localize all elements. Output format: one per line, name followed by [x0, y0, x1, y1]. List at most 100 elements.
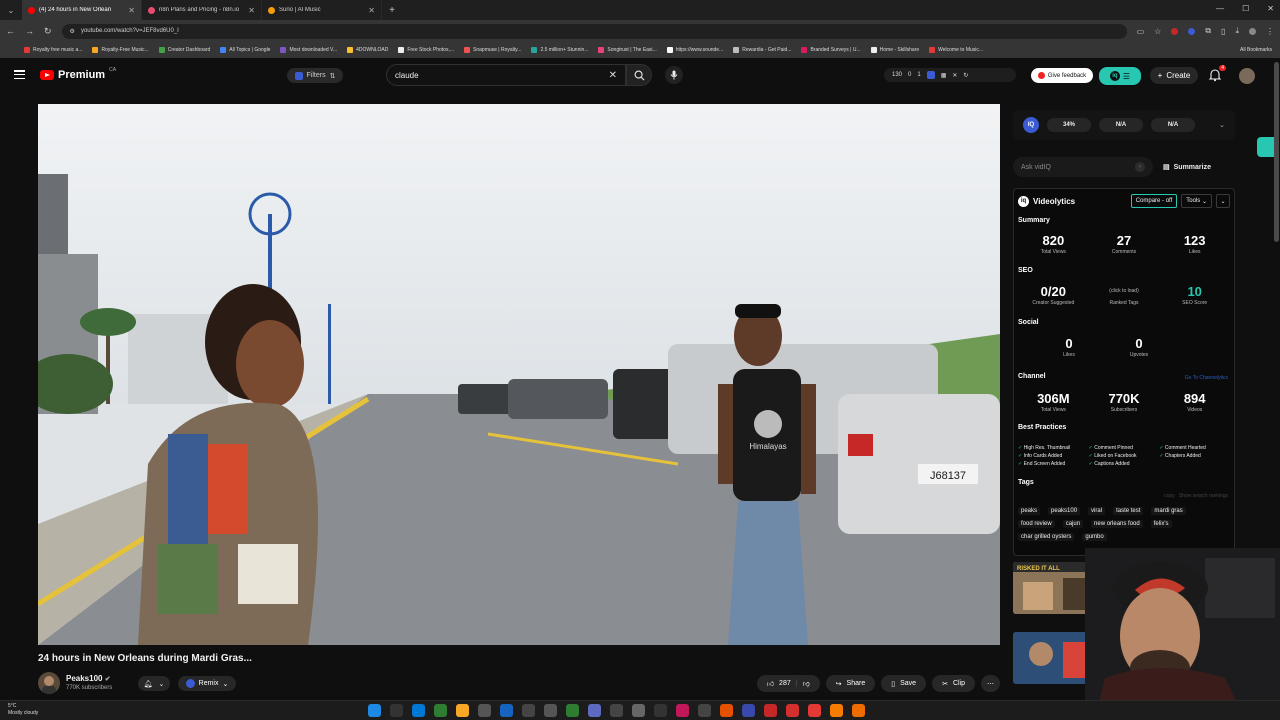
chevron-down-icon[interactable]: ⌄ [1219, 121, 1225, 129]
bookmark-item[interactable]: Royalty-Free Music... [92, 47, 149, 53]
tag-chip[interactable]: char grilled oysters [1018, 533, 1075, 541]
collapse-button[interactable]: ⌄ [1216, 194, 1230, 208]
filters-button[interactable]: Filters ⇅ [287, 68, 343, 83]
app-icon[interactable] [610, 704, 623, 717]
tag-chip[interactable]: mardi gras [1151, 507, 1186, 515]
app-icon[interactable] [676, 704, 689, 717]
page-scrollbar[interactable] [1274, 62, 1279, 242]
vidiq-side-tab[interactable] [1257, 137, 1275, 157]
search-input[interactable]: claude ✕ [386, 64, 626, 86]
save-button[interactable]: ▯ Save [881, 675, 927, 692]
clip-button[interactable]: ✂ Clip [932, 675, 975, 692]
youtube-logo[interactable]: Premium CA [40, 67, 116, 81]
search-button[interactable] [626, 64, 652, 86]
app-icon[interactable] [544, 704, 557, 717]
bookmark-item[interactable]: Welcome to Music... [929, 47, 983, 53]
extension-red-icon[interactable] [1171, 27, 1179, 35]
ranked-tags-loader[interactable]: (click to load) Ranked Tags [1089, 284, 1160, 306]
maximize-icon[interactable]: ☐ [1242, 4, 1249, 13]
app-icon[interactable] [632, 704, 645, 717]
close-icon[interactable]: ✕ [368, 6, 375, 15]
give-feedback-button[interactable]: Give feedback [1031, 68, 1093, 83]
sidebar-icon[interactable]: ▯ [1221, 27, 1225, 36]
extension-blue-icon[interactable] [1188, 27, 1196, 35]
app-icon[interactable] [654, 704, 667, 717]
score-pill[interactable]: N/A [1099, 118, 1143, 132]
notifications-button[interactable]: 4 [1208, 65, 1226, 84]
score-pill[interactable]: N/A [1151, 118, 1195, 132]
search-icon[interactable] [390, 704, 403, 717]
grid-icon[interactable]: ▦ [941, 72, 947, 79]
browser-tab-n8n[interactable]: n8n Plans and Pricing - n8n.io ✕ [142, 0, 262, 20]
tag-chip[interactable]: peaks100 [1048, 507, 1081, 515]
clear-search-icon[interactable]: ✕ [609, 70, 617, 81]
reload-icon[interactable]: ↻ [44, 26, 52, 37]
close-icon[interactable]: ✕ [128, 6, 135, 15]
youtube-icon[interactable] [786, 704, 799, 717]
bookmark-item[interactable]: Branded Surveys | U... [801, 47, 861, 53]
summarize-button[interactable]: ▤ Summarize [1163, 163, 1211, 172]
tag-chip[interactable]: new orleans food [1091, 520, 1143, 528]
app-icon[interactable] [742, 704, 755, 717]
refresh-icon[interactable]: ↻ [963, 72, 968, 79]
url-bar[interactable]: ⚙ youtube.com/watch?v=JEF8vd6U0_I [61, 23, 1127, 39]
show-rankings-link[interactable]: Show search rankings [1179, 493, 1228, 499]
browser-tab-suno[interactable]: Suno | AI Music ✕ [262, 0, 382, 20]
share-button[interactable]: ↪ Share [825, 675, 876, 692]
more-actions-button[interactable]: ⋯ [981, 675, 1000, 692]
app-icon[interactable] [698, 704, 711, 717]
channel-name[interactable]: Peaks100 ✔ [66, 674, 111, 683]
like-dislike-button[interactable]: 👍︎ 287 | 👎︎ [756, 675, 820, 692]
tag-chip[interactable]: gumbo [1082, 533, 1107, 541]
back-arrow-icon[interactable]: ← [6, 26, 15, 36]
vidiq-menu-button[interactable]: iq ☰ [1099, 67, 1141, 85]
bookmark-item[interactable]: 2.5 million+ Stunnin... [531, 47, 588, 53]
copy-tags-link[interactable]: copy [1164, 493, 1175, 499]
edge-icon[interactable] [412, 704, 425, 717]
new-tab-button[interactable]: + [382, 5, 402, 16]
excel-icon[interactable] [566, 704, 579, 717]
all-bookmarks-link[interactable]: All Bookmarks [1240, 47, 1272, 53]
voice-search-button[interactable] [665, 66, 683, 84]
app-icon[interactable] [500, 704, 513, 717]
tools-dropdown[interactable]: Tools ⌄ [1181, 194, 1212, 208]
score-pill[interactable]: 34% [1047, 118, 1091, 132]
vidiq-icon[interactable] [926, 71, 935, 79]
bookmark-item[interactable]: 4DOWNLOAD [347, 47, 388, 53]
tab-search-icon[interactable]: ⌄ [0, 6, 22, 15]
downloads-icon[interactable]: ⤓ [1235, 26, 1239, 36]
cast-icon[interactable]: ▭ [1137, 27, 1145, 36]
tag-chip[interactable]: cajun [1062, 520, 1084, 528]
bookmark-item[interactable]: Royalty free music a... [24, 47, 82, 53]
thumbs-up-icon[interactable]: 👍︎ [767, 679, 774, 688]
tag-chip[interactable]: viral [1088, 507, 1106, 515]
send-icon[interactable]: › [1135, 162, 1145, 172]
chrome-icon[interactable] [434, 704, 447, 717]
app-icon[interactable] [764, 704, 777, 717]
bookmark-item[interactable]: Creator Dashboard [158, 47, 210, 53]
app-icon[interactable] [830, 704, 843, 717]
extensions-puzzle-icon[interactable]: ⧉ [1205, 26, 1211, 36]
subscription-bell-button[interactable]: 🔔︎ ⌄ [138, 676, 170, 691]
bookmark-item[interactable]: Songtrust | The Easi... [598, 47, 657, 53]
start-icon[interactable] [368, 704, 381, 717]
menu-kebab-icon[interactable]: ⋮ [1266, 27, 1274, 36]
bookmark-item[interactable]: All Topics | Google [220, 47, 270, 53]
account-avatar[interactable] [1239, 68, 1255, 84]
compare-toggle[interactable]: Compare - off [1130, 194, 1178, 208]
settings-icon[interactable]: ✕ [952, 72, 957, 79]
tag-chip[interactable]: peaks [1018, 507, 1041, 515]
create-button[interactable]: + Create [1150, 67, 1198, 84]
vidiq-logo-icon[interactable]: IQ [1023, 117, 1039, 133]
minimize-icon[interactable]: — [1216, 4, 1224, 13]
bookmark-item[interactable]: Snapmuse | Royalty... [464, 47, 521, 53]
bookmark-item[interactable]: Most downloaded V... [280, 47, 337, 53]
channelytics-link[interactable]: Go To Channelytics [1185, 375, 1228, 381]
app-icon[interactable] [720, 704, 733, 717]
bookmark-star-icon[interactable]: ☆ [1154, 27, 1161, 36]
store-icon[interactable] [478, 704, 491, 717]
vidiq-toolbar-stats[interactable]: 130 0 1 ▦ ✕ ↻ [884, 68, 1016, 82]
ask-vidiq-input[interactable]: Ask vidIQ › [1013, 157, 1153, 177]
weather-widget[interactable]: 5°C Mostly cloudy [8, 703, 38, 717]
close-window-icon[interactable]: ✕ [1267, 4, 1274, 13]
